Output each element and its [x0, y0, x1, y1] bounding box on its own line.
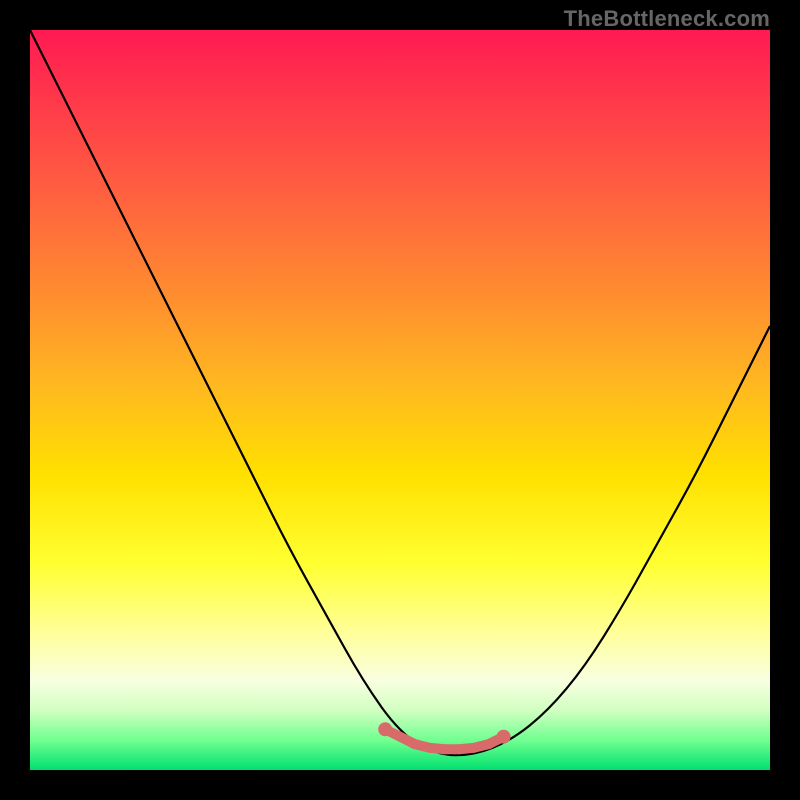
highlight-point [497, 730, 511, 744]
chart-frame: TheBottleneck.com [0, 0, 800, 800]
chart-overlay [30, 30, 770, 770]
highlight-point [425, 743, 435, 753]
highlight-point [484, 739, 494, 749]
highlight-point [439, 744, 449, 754]
highlight-point [454, 744, 464, 754]
highlight-point [378, 722, 392, 736]
curve-line [30, 30, 770, 755]
highlight-point [410, 739, 420, 749]
watermark-text: TheBottleneck.com [564, 6, 770, 32]
highlight-point [395, 732, 405, 742]
highlight-point [469, 743, 479, 753]
